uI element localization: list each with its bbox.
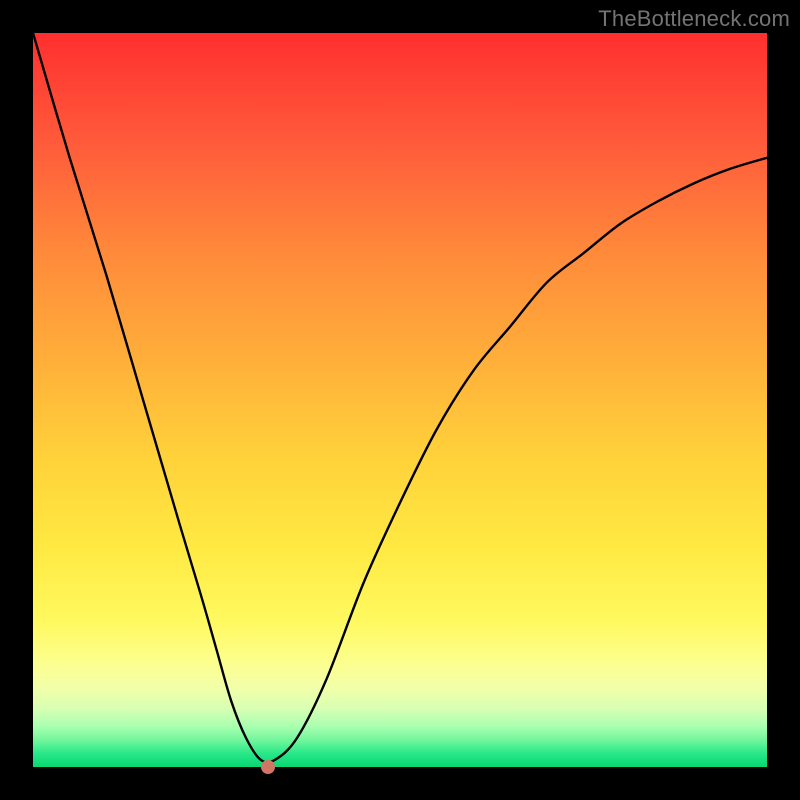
optimum-marker [261,760,275,774]
watermark-text: TheBottleneck.com [598,6,790,32]
bottleneck-curve [33,33,767,767]
plot-area [33,33,767,767]
chart-frame: TheBottleneck.com [0,0,800,800]
